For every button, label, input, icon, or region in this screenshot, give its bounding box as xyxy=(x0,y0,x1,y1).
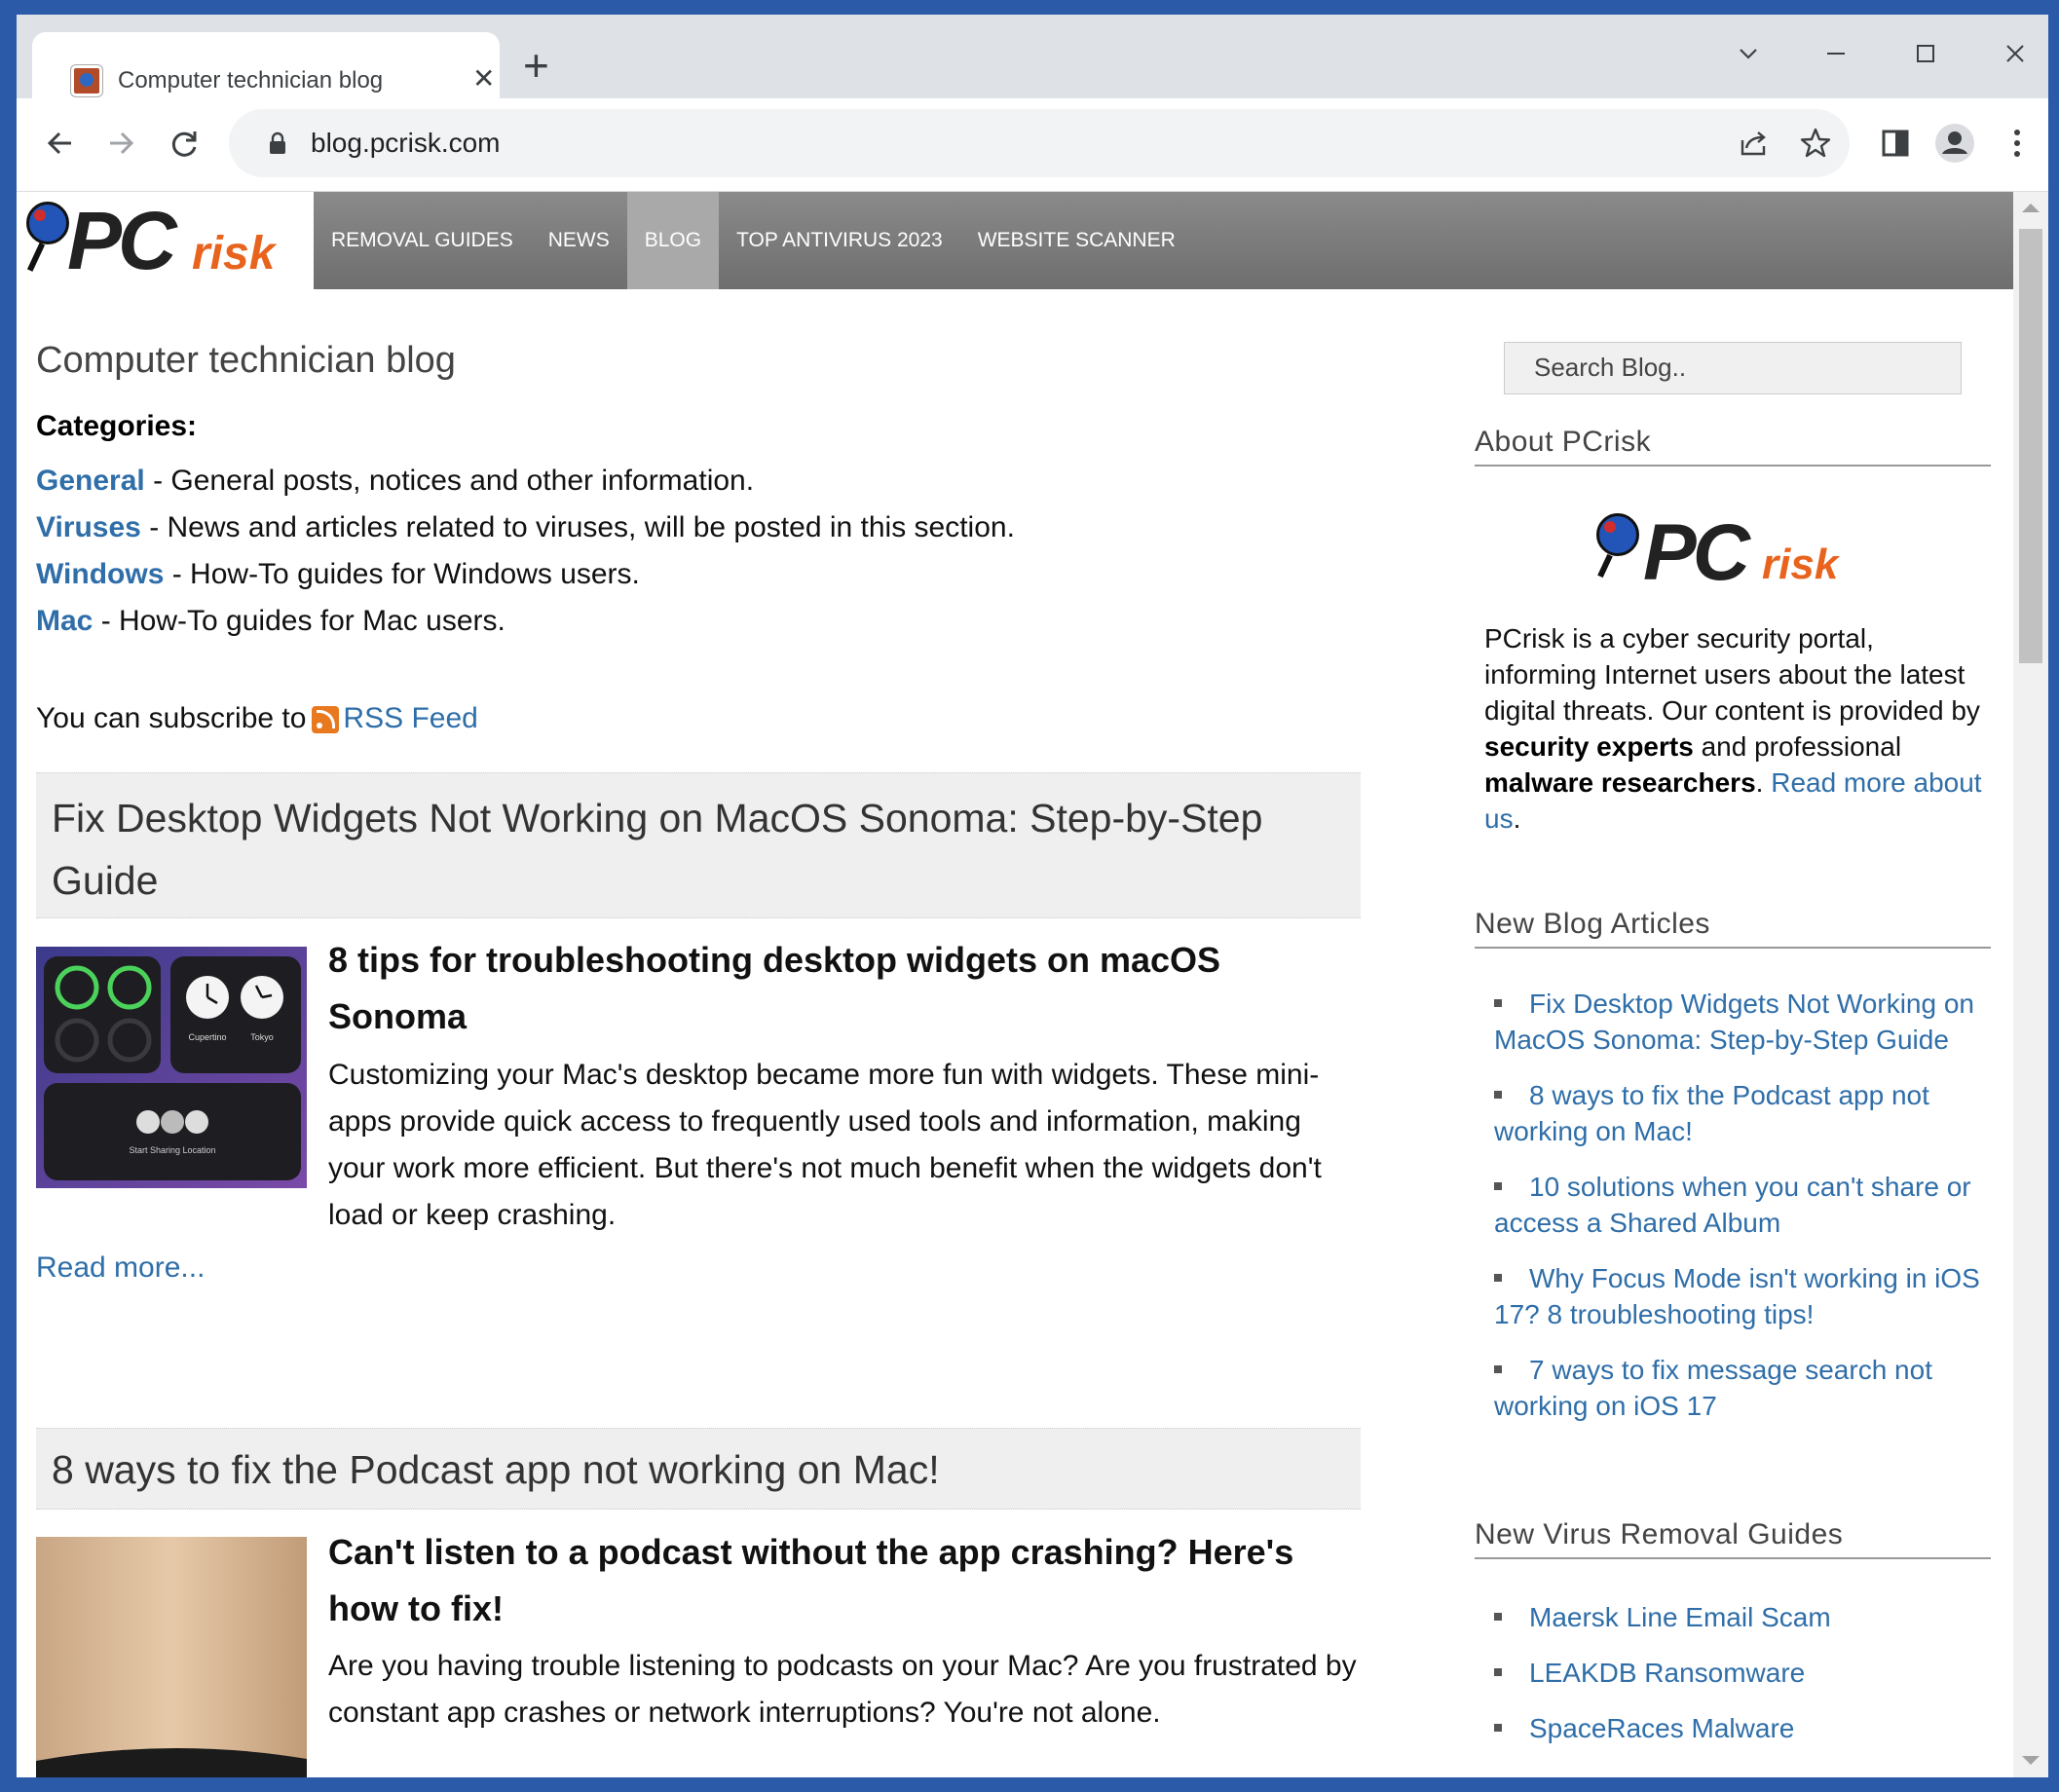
logo-pc-text: PC xyxy=(67,195,177,286)
post-subtitle: 8 tips for troubleshooting desktop widge… xyxy=(328,940,1221,1036)
logo-pc-text: PC xyxy=(1643,508,1750,597)
forward-arrow-icon[interactable] xyxy=(98,120,145,167)
profile-avatar-icon[interactable] xyxy=(1931,120,1978,167)
list-item[interactable]: 7 ways to fix message search not working… xyxy=(1494,1352,1981,1424)
read-more-link[interactable]: Read more... xyxy=(36,1251,205,1285)
thumb-label-tokyo: Tokyo xyxy=(250,1032,274,1042)
new-articles-heading: New Blog Articles xyxy=(1475,908,1991,949)
tab-close-icon[interactable]: ✕ xyxy=(472,63,495,94)
post-excerpt: Are you having trouble listening to podc… xyxy=(328,1650,1357,1729)
pcrisk-favicon-icon xyxy=(71,65,102,96)
nav-removal-guides[interactable]: REMOVAL GUIDES xyxy=(314,192,531,289)
list-item[interactable]: SpaceRaces Malware xyxy=(1494,1710,1981,1746)
post-subtitle: Can't listen to a podcast without the ap… xyxy=(328,1532,1294,1628)
post-title[interactable]: 8 ways to fix the Podcast app not workin… xyxy=(36,1428,1361,1510)
nav-top-antivirus[interactable]: TOP ANTIVIRUS 2023 xyxy=(719,192,960,289)
post-title[interactable]: Fix Desktop Widgets Not Working on MacOS… xyxy=(36,772,1361,918)
tab-title: Computer technician blog xyxy=(118,67,384,93)
logo-magnifier-icon xyxy=(26,202,69,244)
page-scrollbar[interactable] xyxy=(2013,192,2048,1777)
minimize-icon[interactable] xyxy=(1807,32,1865,81)
tab-strip: Computer technician blog ✕ + xyxy=(17,15,2048,98)
site-nav: REMOVAL GUIDES NEWS BLOG TOP ANTIVIRUS 2… xyxy=(314,192,1193,289)
nav-blog[interactable]: BLOG xyxy=(626,192,720,289)
about-heading: About PCrisk xyxy=(1475,426,1991,467)
category-windows: Windows - How-To guides for Windows user… xyxy=(36,558,640,590)
share-icon[interactable] xyxy=(1737,127,1770,160)
categories-heading: Categories: xyxy=(36,410,198,442)
site-header: PC risk REMOVAL GUIDES NEWS BLOG TOP ANT… xyxy=(17,192,2013,289)
lock-icon[interactable] xyxy=(268,131,287,160)
list-item[interactable]: 10 solutions when you can't share or acc… xyxy=(1494,1169,1981,1241)
list-item[interactable]: 8 ways to fix the Podcast app not workin… xyxy=(1494,1077,1981,1149)
category-link-general[interactable]: General xyxy=(36,465,145,497)
close-window-icon[interactable] xyxy=(1986,32,2044,81)
bookmark-star-icon[interactable] xyxy=(1799,127,1832,160)
list-item[interactable]: Maersk Line Email Scam xyxy=(1494,1599,1981,1635)
blog-search-input[interactable]: Search Blog.. xyxy=(1504,342,1962,394)
category-mac: Mac - How-To guides for Mac users. xyxy=(36,605,505,637)
logo-magnifier-icon xyxy=(1596,513,1639,556)
category-link-mac[interactable]: Mac xyxy=(36,605,93,637)
pcrisk-logo[interactable]: PC risk xyxy=(17,192,314,289)
address-bar[interactable]: blog.pcrisk.com xyxy=(229,109,1850,177)
logo-risk-text: risk xyxy=(1762,541,1839,588)
url-text[interactable]: blog.pcrisk.com xyxy=(311,128,501,159)
list-item[interactable]: Fix Desktop Widgets Not Working on MacOS… xyxy=(1494,986,1981,1058)
virus-guides-heading: New Virus Removal Guides xyxy=(1475,1518,1991,1559)
rss-feed-link[interactable]: RSS Feed xyxy=(343,702,477,734)
logo-risk-text: risk xyxy=(192,228,276,280)
list-item[interactable]: Why Focus Mode isn't working in iOS 17? … xyxy=(1494,1260,1981,1332)
scroll-thumb[interactable] xyxy=(2019,229,2042,663)
nav-website-scanner[interactable]: WEBSITE SCANNER xyxy=(960,192,1193,289)
page-viewport: PC risk REMOVAL GUIDES NEWS BLOG TOP ANT… xyxy=(17,192,2013,1777)
virus-guides-list: Maersk Line Email Scam LEAKDB Ransomware… xyxy=(1494,1599,1981,1766)
maximize-icon[interactable] xyxy=(1896,32,1955,81)
browser-window: Computer technician blog ✕ + blog.pcrisk… xyxy=(17,15,2048,1777)
thumb-label-cupertino: Cupertino xyxy=(188,1032,226,1042)
category-link-viruses[interactable]: Viruses xyxy=(36,511,141,543)
side-panel-icon[interactable] xyxy=(1872,120,1919,167)
rss-icon[interactable] xyxy=(312,706,340,733)
about-text: PCrisk is a cyber security portal, infor… xyxy=(1484,623,1982,834)
more-menu-icon[interactable] xyxy=(1994,120,2040,167)
page-title: Computer technician blog xyxy=(36,340,456,381)
new-articles-list: Fix Desktop Widgets Not Working on MacOS… xyxy=(1494,986,1981,1443)
back-arrow-icon[interactable] xyxy=(36,120,83,167)
category-general: General - General posts, notices and oth… xyxy=(36,465,755,497)
browser-tab[interactable]: Computer technician blog ✕ xyxy=(32,32,500,98)
post-excerpt: Customizing your Mac's desktop became mo… xyxy=(328,1059,1322,1231)
tab-search-chevron-icon[interactable] xyxy=(1719,32,1778,81)
category-viruses: Viruses - News and articles related to v… xyxy=(36,511,1015,543)
category-link-windows[interactable]: Windows xyxy=(36,558,164,590)
subscribe-line: You can subscribe to RSS Feed xyxy=(36,702,478,734)
list-item[interactable]: LEAKDB Ransomware xyxy=(1494,1655,1981,1691)
scroll-up-icon[interactable] xyxy=(2022,204,2040,212)
nav-news[interactable]: NEWS xyxy=(531,192,627,289)
about-pcrisk-logo: PC risk xyxy=(1596,508,1879,597)
scroll-down-icon[interactable] xyxy=(2022,1756,2040,1765)
reload-icon[interactable] xyxy=(161,120,207,167)
new-tab-icon[interactable]: + xyxy=(523,38,549,93)
browser-toolbar: blog.pcrisk.com xyxy=(17,98,2048,192)
